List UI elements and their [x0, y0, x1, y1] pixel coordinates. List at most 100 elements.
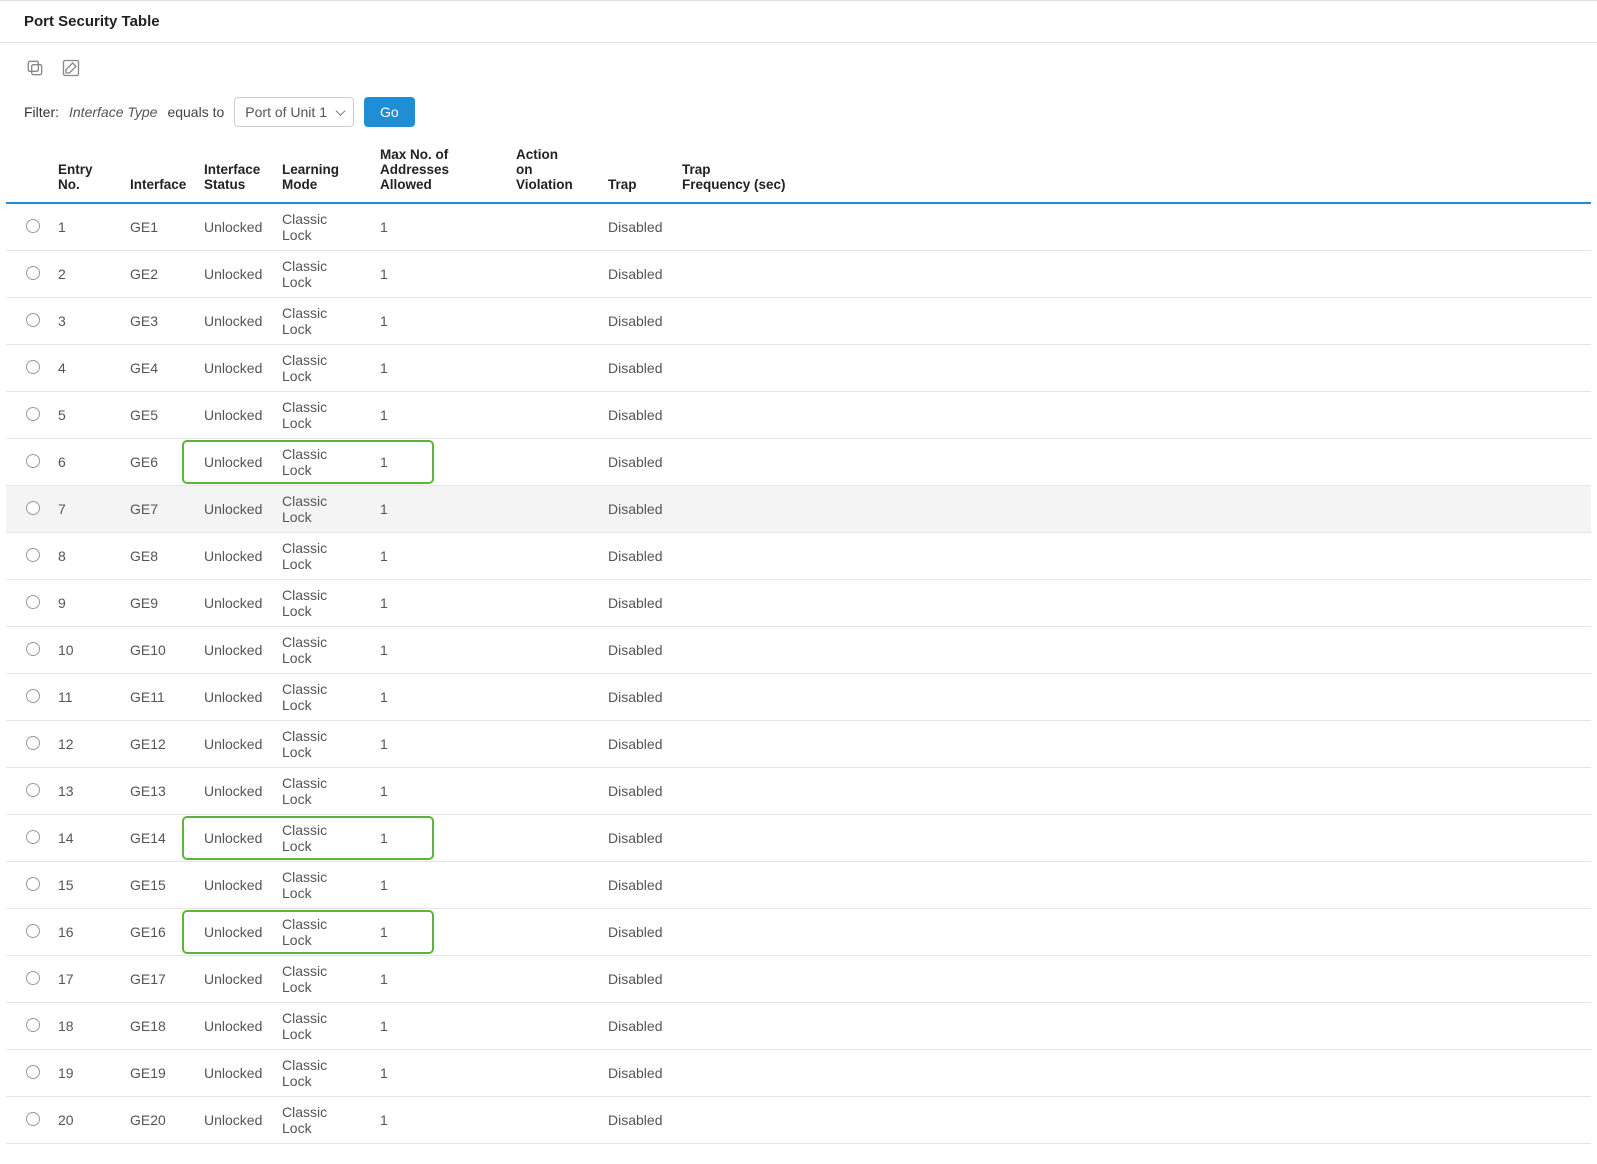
table-row[interactable]: 8GE8UnlockedClassic Lock1Disabled: [6, 533, 1591, 580]
table-row[interactable]: 2GE2UnlockedClassic Lock1Disabled: [6, 251, 1591, 298]
table-row[interactable]: 4GE4UnlockedClassic Lock1Disabled: [6, 345, 1591, 392]
cell-max: 1: [370, 1003, 506, 1050]
cell-entry: 12: [48, 721, 120, 768]
cell-entry: 20: [48, 1097, 120, 1144]
cell-action: [506, 251, 598, 298]
cell-action: [506, 392, 598, 439]
cell-trap: Disabled: [598, 674, 672, 721]
table-row[interactable]: 3GE3UnlockedClassic Lock1Disabled: [6, 298, 1591, 345]
cell-entry: 14: [48, 815, 120, 862]
filter-equals: equals to: [167, 104, 224, 120]
cell-select: [6, 533, 48, 580]
cell-entry: 10: [48, 627, 120, 674]
col-status: Interface Status: [194, 141, 272, 203]
cell-mode: Classic Lock: [272, 956, 370, 1003]
cell-freq: [672, 1003, 1591, 1050]
table-row[interactable]: 17GE17UnlockedClassic Lock1Disabled: [6, 956, 1591, 1003]
cell-interface: GE6: [120, 439, 194, 486]
row-select-radio[interactable]: [26, 783, 40, 797]
cell-mode: Classic Lock: [272, 627, 370, 674]
cell-trap: Disabled: [598, 721, 672, 768]
row-select-radio[interactable]: [26, 266, 40, 280]
copy-icon[interactable]: [24, 57, 46, 79]
table-row[interactable]: 7GE7UnlockedClassic Lock1Disabled: [6, 486, 1591, 533]
cell-freq: [672, 1097, 1591, 1144]
row-select-radio[interactable]: [26, 736, 40, 750]
cell-trap: Disabled: [598, 1003, 672, 1050]
cell-interface: GE19: [120, 1050, 194, 1097]
cell-mode: Classic Lock: [272, 251, 370, 298]
table-row[interactable]: 16GE16UnlockedClassic Lock1Disabled: [6, 909, 1591, 956]
table-row[interactable]: 12GE12UnlockedClassic Lock1Disabled: [6, 721, 1591, 768]
cell-status: Unlocked: [194, 486, 272, 533]
cell-action: [506, 439, 598, 486]
table-row[interactable]: 6GE6UnlockedClassic Lock1Disabled: [6, 439, 1591, 486]
row-select-radio[interactable]: [26, 313, 40, 327]
cell-status: Unlocked: [194, 203, 272, 251]
cell-freq: [672, 627, 1591, 674]
cell-select: [6, 674, 48, 721]
cell-select: [6, 392, 48, 439]
row-select-radio[interactable]: [26, 219, 40, 233]
cell-max: 1: [370, 533, 506, 580]
cell-max: 1: [370, 298, 506, 345]
table-row[interactable]: 13GE13UnlockedClassic Lock1Disabled: [6, 768, 1591, 815]
col-action: Action on Violation: [506, 141, 598, 203]
table-row[interactable]: 1GE1UnlockedClassic Lock1Disabled: [6, 203, 1591, 251]
cell-trap: Disabled: [598, 815, 672, 862]
cell-select: [6, 815, 48, 862]
row-select-radio[interactable]: [26, 454, 40, 468]
row-select-radio[interactable]: [26, 830, 40, 844]
table-row[interactable]: 5GE5UnlockedClassic Lock1Disabled: [6, 392, 1591, 439]
cell-mode: Classic Lock: [272, 439, 370, 486]
cell-freq: [672, 721, 1591, 768]
cell-max: 1: [370, 909, 506, 956]
cell-mode: Classic Lock: [272, 298, 370, 345]
cell-interface: GE13: [120, 768, 194, 815]
cell-action: [506, 533, 598, 580]
cell-select: [6, 1097, 48, 1144]
table-row[interactable]: 18GE18UnlockedClassic Lock1Disabled: [6, 1003, 1591, 1050]
row-select-radio[interactable]: [26, 595, 40, 609]
row-select-radio[interactable]: [26, 877, 40, 891]
cell-status: Unlocked: [194, 439, 272, 486]
row-select-radio[interactable]: [26, 1065, 40, 1079]
row-select-radio[interactable]: [26, 501, 40, 515]
row-select-radio[interactable]: [26, 971, 40, 985]
edit-icon[interactable]: [60, 57, 82, 79]
cell-interface: GE17: [120, 956, 194, 1003]
go-button[interactable]: Go: [364, 97, 415, 127]
row-select-radio[interactable]: [26, 360, 40, 374]
table-row[interactable]: 19GE19UnlockedClassic Lock1Disabled: [6, 1050, 1591, 1097]
cell-freq: [672, 251, 1591, 298]
cell-entry: 4: [48, 345, 120, 392]
table-row[interactable]: 20GE20UnlockedClassic Lock1Disabled: [6, 1097, 1591, 1144]
cell-max: 1: [370, 862, 506, 909]
table-row[interactable]: 10GE10UnlockedClassic Lock1Disabled: [6, 627, 1591, 674]
cell-trap: Disabled: [598, 251, 672, 298]
col-max: Max No. of Addresses Allowed: [370, 141, 506, 203]
table-row[interactable]: 9GE9UnlockedClassic Lock1Disabled: [6, 580, 1591, 627]
table-row[interactable]: 11GE11UnlockedClassic Lock1Disabled: [6, 674, 1591, 721]
row-select-radio[interactable]: [26, 407, 40, 421]
cell-action: [506, 721, 598, 768]
cell-interface: GE14: [120, 815, 194, 862]
cell-freq: [672, 862, 1591, 909]
table-container: Entry No. Interface Interface Status Lea…: [0, 141, 1597, 1164]
row-select-radio[interactable]: [26, 548, 40, 562]
cell-trap: Disabled: [598, 580, 672, 627]
cell-select: [6, 627, 48, 674]
cell-action: [506, 203, 598, 251]
row-select-radio[interactable]: [26, 689, 40, 703]
cell-interface: GE12: [120, 721, 194, 768]
row-select-radio[interactable]: [26, 1112, 40, 1126]
table-row[interactable]: 15GE15UnlockedClassic Lock1Disabled: [6, 862, 1591, 909]
interface-type-select[interactable]: Port of Unit 1: [234, 97, 354, 127]
row-select-radio[interactable]: [26, 1018, 40, 1032]
cell-select: [6, 439, 48, 486]
cell-max: 1: [370, 815, 506, 862]
row-select-radio[interactable]: [26, 642, 40, 656]
table-row[interactable]: 14GE14UnlockedClassic Lock1Disabled: [6, 815, 1591, 862]
row-select-radio[interactable]: [26, 924, 40, 938]
cell-freq: [672, 392, 1591, 439]
